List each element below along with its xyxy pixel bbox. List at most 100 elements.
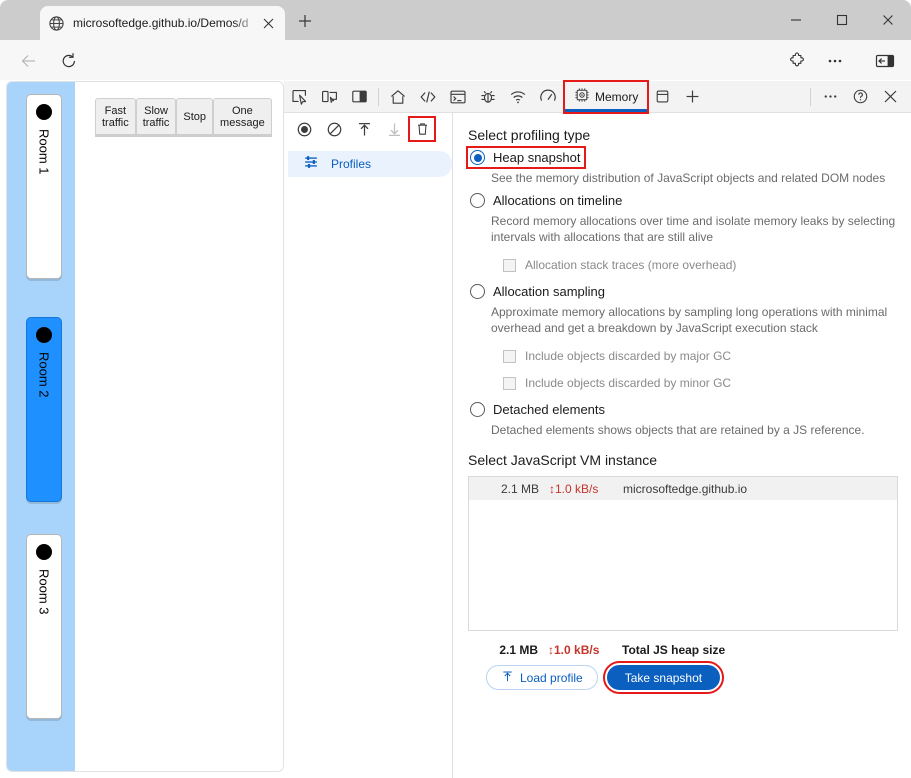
minimize-button[interactable] [773, 0, 819, 40]
clear-circle-slash-icon [327, 122, 341, 136]
profiling-option-checkbox-row[interactable]: Include objects discarded by major GC [503, 349, 899, 363]
profiling-option-label: Heap snapshot [493, 150, 581, 165]
profiling-option-4[interactable]: Detached elements [468, 400, 609, 419]
checkbox-label: Include objects discarded by minor GC [525, 376, 732, 390]
browser-settings-button[interactable] [822, 48, 848, 74]
close-icon[interactable] [259, 14, 277, 32]
maximize-icon [836, 14, 848, 26]
close-window-button[interactable] [865, 0, 911, 40]
demo-button-label: traffic [142, 117, 170, 129]
more-tabs-plus-icon[interactable] [677, 83, 707, 111]
sliders-icon [303, 154, 319, 175]
welcome-home-icon[interactable] [383, 83, 413, 111]
delete-profile-button[interactable] [408, 116, 436, 142]
profiling-section-title: Select profiling type [468, 127, 591, 143]
plus-icon [298, 14, 312, 33]
tab-memory-label: Memory [595, 89, 639, 104]
browser-toolbar: https://microsoftedge.github.io/Demos/de… [0, 40, 911, 114]
checkbox-icon[interactable] [503, 349, 516, 363]
close-devtools-icon[interactable] [875, 83, 905, 111]
demo-button[interactable]: Stop [176, 98, 214, 137]
room-status-dot-icon [36, 327, 52, 343]
profiling-option-description: Approximate memory allocations by sampli… [491, 305, 888, 335]
vm-instance-list[interactable]: 2.1 MB ↕1.0 kB/s microsoftedge.github.io [468, 476, 898, 631]
performance-icon[interactable] [533, 83, 563, 111]
room-status-dot-icon [36, 544, 52, 560]
upload-arrow-icon [501, 670, 514, 686]
browser-sidebar-button[interactable] [872, 48, 898, 74]
room-label: Room 3 [36, 569, 52, 615]
extensions-puzzle-icon [790, 52, 804, 67]
profiling-option-1[interactable]: Heap snapshot [465, 146, 587, 169]
demo-button[interactable]: Slow traffic [135, 98, 177, 137]
tab-memory[interactable]: Memory [562, 79, 650, 114]
vm-heap-size: 2.1 MB [500, 481, 539, 496]
browser-sidebar-icon [875, 54, 895, 68]
total-label: Total JS heap size [622, 643, 726, 657]
new-tab-button[interactable] [291, 9, 319, 37]
room-button-2[interactable]: Room 2 [26, 317, 62, 502]
load-profile-button[interactable] [350, 117, 378, 141]
profiling-option-label: Allocations on timeline [493, 193, 623, 208]
reload-icon [62, 53, 75, 68]
checkbox-icon[interactable] [503, 376, 516, 390]
dock-side-icon[interactable] [344, 83, 374, 111]
checkbox-icon[interactable] [503, 258, 516, 272]
demo-button[interactable]: Fast traffic [95, 98, 136, 137]
back-button[interactable] [16, 48, 42, 74]
profiling-options-list: Heap snapshot See the memory distribution… [465, 146, 899, 438]
device-emulation-icon[interactable] [314, 83, 344, 111]
radio-button-icon[interactable] [470, 402, 485, 417]
profiling-option-checkbox-row[interactable]: Include objects discarded by minor GC [503, 376, 899, 390]
demo-button-label: message [220, 117, 265, 129]
console-icon[interactable] [443, 83, 473, 111]
reload-button[interactable] [56, 48, 82, 74]
demo-button[interactable]: One message [213, 98, 272, 137]
demo-button-label: Stop [183, 111, 207, 123]
room-button-1[interactable]: Room 1 [26, 94, 62, 279]
network-icon[interactable] [503, 83, 533, 111]
clear-all-profiles-button[interactable] [320, 117, 348, 141]
vm-heap-rate: ↕1.0 kB/s [549, 481, 599, 496]
memory-actions: Load profile Take snapshot [468, 661, 899, 694]
more-tools-ellipsis-icon[interactable] [815, 83, 845, 111]
inspect-element-icon[interactable] [284, 83, 314, 111]
browser-titlebar: microsoftedge.github.io/Demos/d [0, 0, 911, 40]
toolbar-divider [378, 87, 379, 106]
vm-section-title: Select JavaScript VM instance [468, 452, 658, 468]
sources-debugger-icon[interactable] [473, 83, 503, 111]
browser-tab[interactable]: microsoftedge.github.io/Demos/d [40, 6, 285, 40]
take-snapshot-button[interactable]: Take snapshot [602, 661, 725, 694]
page-viewport: Room 1 Room 2 Room 3 Fast traffic Slow traffi… [6, 81, 284, 772]
extensions-button[interactable] [785, 48, 811, 74]
sidebar-item-profiles[interactable]: Profiles [288, 151, 452, 177]
checkbox-label: Include objects discarded by major GC [525, 349, 732, 363]
room-rail: Room 1 Room 2 Room 3 [7, 82, 75, 771]
tab-title: microsoftedge.github.io/Demos/d [73, 16, 249, 30]
save-profile-button[interactable] [380, 117, 408, 141]
profiling-option-checkbox-row[interactable]: Allocation stack traces (more overhead) [503, 258, 899, 272]
record-heap-profile-button[interactable] [290, 117, 318, 141]
maximize-button[interactable] [819, 0, 865, 40]
help-question-icon[interactable] [845, 83, 875, 111]
room-button-3[interactable]: Room 3 [26, 534, 62, 719]
application-icon[interactable] [647, 83, 677, 111]
record-circle-icon [297, 122, 311, 136]
profiling-option-2[interactable]: Allocations on timeline [468, 191, 626, 210]
sidebar-item-profiles-label: Profiles [331, 157, 372, 171]
radio-button-icon[interactable] [470, 284, 485, 299]
radio-button-icon[interactable] [470, 193, 485, 208]
load-profile-button[interactable]: Load profile [486, 665, 598, 690]
vm-instance-row[interactable]: 2.1 MB ↕1.0 kB/s microsoftedge.github.io [469, 477, 897, 500]
elements-icon[interactable] [413, 83, 443, 111]
download-arrow-icon [388, 122, 400, 136]
profiling-option-3[interactable]: Allocation sampling [468, 282, 609, 301]
room-label: Room 1 [36, 129, 52, 175]
devtools-toolbar: Memory [284, 79, 911, 114]
total-size: 2.1 MB [499, 643, 538, 657]
close-icon [883, 15, 893, 25]
radio-button-icon[interactable] [470, 150, 485, 165]
upload-arrow-icon [358, 122, 370, 136]
memory-chip-icon [574, 87, 590, 106]
profiling-option-description: See the memory distribution of JavaScrip… [491, 171, 886, 185]
